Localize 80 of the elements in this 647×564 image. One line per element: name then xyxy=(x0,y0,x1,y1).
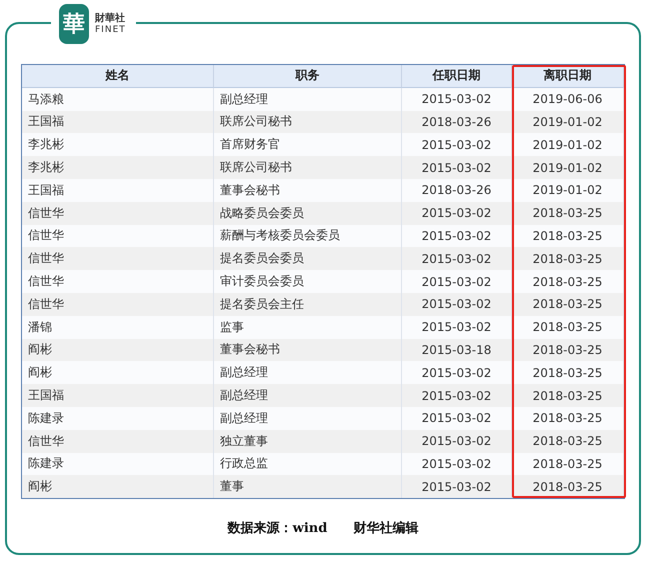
table-cell: 2015-03-02 xyxy=(402,292,512,316)
table-cell: 信世华 xyxy=(22,247,214,270)
table-cell: 战略委员会委员 xyxy=(214,202,402,225)
table-cell: 联席公司秘书 xyxy=(214,110,402,134)
table-cell: 2018-03-25 xyxy=(512,452,624,476)
table-cell: 潘锦 xyxy=(22,316,214,339)
table-cell: 2018-03-25 xyxy=(512,384,624,407)
table-cell: 审计委员会委员 xyxy=(214,270,402,293)
table-cell: 2018-03-25 xyxy=(512,224,624,248)
table-cell: 2019-01-02 xyxy=(512,178,624,202)
table-cell: 陈建录 xyxy=(22,452,214,476)
table-cell: 2015-03-02 xyxy=(402,475,512,498)
table-cell: 2018-03-26 xyxy=(402,178,512,202)
table-cell: 李兆彬 xyxy=(22,156,214,179)
table-cell: 2018-03-25 xyxy=(512,338,624,362)
table-cell: 行政总监 xyxy=(214,452,402,476)
table-cell: 2018-03-26 xyxy=(402,110,512,134)
table-cell: 2015-03-02 xyxy=(402,247,512,270)
column-header: 姓名 xyxy=(22,65,214,88)
logo-subtitle: FINET xyxy=(95,26,126,34)
table-cell: 2015-03-02 xyxy=(402,452,512,476)
table-cell: 王国福 xyxy=(22,384,214,407)
table-cell: 阎彬 xyxy=(22,338,214,362)
table-cell: 2019-01-02 xyxy=(512,156,624,179)
table-cell: 2018-03-25 xyxy=(512,292,624,316)
table-cell: 2015-03-02 xyxy=(402,224,512,248)
table-cell: 2018-03-25 xyxy=(512,316,624,339)
table-cell: 信世华 xyxy=(22,202,214,225)
logo-mark: 華 xyxy=(59,4,89,44)
table-cell: 2018-03-25 xyxy=(512,430,624,453)
table-cell: 2015-03-02 xyxy=(402,316,512,339)
table-cell: 独立董事 xyxy=(214,430,402,453)
table-cell: 2019-01-02 xyxy=(512,110,624,134)
table-cell: 2018-03-25 xyxy=(512,475,624,498)
table-cell: 副总经理 xyxy=(214,361,402,384)
table-cell: 2018-03-25 xyxy=(512,406,624,430)
table-cell: 副总经理 xyxy=(214,384,402,407)
logo-name: 財華社 xyxy=(95,14,126,24)
table-cell: 提名委员会委员 xyxy=(214,247,402,270)
table-cell: 信世华 xyxy=(22,292,214,316)
table-cell: 首席财务官 xyxy=(214,133,402,156)
table-cell: 副总经理 xyxy=(214,406,402,430)
table-cell: 提名委员会主任 xyxy=(214,292,402,316)
table-cell: 联席公司秘书 xyxy=(214,156,402,179)
table-cell: 2015-03-02 xyxy=(402,202,512,225)
table-cell: 2015-03-18 xyxy=(402,338,512,362)
table-cell: 2018-03-25 xyxy=(512,247,624,270)
table-cell: 阎彬 xyxy=(22,361,214,384)
table-cell: 2015-03-02 xyxy=(402,384,512,407)
table-cell: 2019-06-06 xyxy=(512,88,624,111)
column-header: 任职日期 xyxy=(402,65,512,88)
table-cell: 2019-01-02 xyxy=(512,133,624,156)
table-cell: 阎彬 xyxy=(22,475,214,498)
table-cell: 2015-03-02 xyxy=(402,88,512,111)
table-cell: 陈建录 xyxy=(22,406,214,430)
table-cell: 信世华 xyxy=(22,430,214,453)
table-cell: 副总经理 xyxy=(214,88,402,111)
table-cell: 2015-03-02 xyxy=(402,361,512,384)
table-cell: 董事 xyxy=(214,475,402,498)
table-cell: 董事会秘书 xyxy=(214,178,402,202)
table-cell: 监事 xyxy=(214,316,402,339)
table-cell: 王国福 xyxy=(22,178,214,202)
table-cell: 2015-03-02 xyxy=(402,430,512,453)
table-cell: 2015-03-02 xyxy=(402,406,512,430)
table-cell: 马添粮 xyxy=(22,88,214,111)
table-cell: 2015-03-02 xyxy=(402,270,512,293)
column-header: 离职日期 xyxy=(512,65,624,88)
table-cell: 薪酬与考核委员会委员 xyxy=(214,224,402,248)
source-caption: 数据来源：wind 财华社编辑 xyxy=(228,520,418,538)
table-cell: 2018-03-25 xyxy=(512,361,624,384)
table-cell: 2015-03-02 xyxy=(402,156,512,179)
table-cell: 2018-03-25 xyxy=(512,202,624,225)
table-cell: 信世华 xyxy=(22,270,214,293)
column-header: 职务 xyxy=(214,65,402,88)
table-cell: 李兆彬 xyxy=(22,133,214,156)
table-cell: 王国福 xyxy=(22,110,214,134)
table-cell: 2015-03-02 xyxy=(402,133,512,156)
table-cell: 信世华 xyxy=(22,224,214,248)
table-cell: 董事会秘书 xyxy=(214,338,402,362)
table-cell: 2018-03-25 xyxy=(512,270,624,293)
